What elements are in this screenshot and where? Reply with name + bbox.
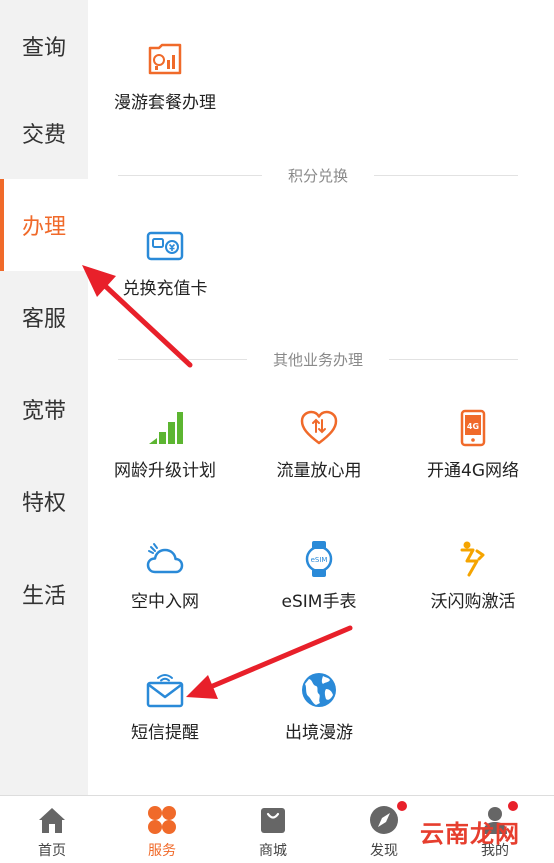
home-icon <box>39 808 65 833</box>
watch-icon: eSIM <box>305 541 333 577</box>
tab-label: 首页 <box>38 843 66 859</box>
tile-esim-watch[interactable]: eSIM eSIM手表 <box>244 539 394 612</box>
svg-text:eSIM: eSIM <box>311 556 328 564</box>
sidebar-item-label: 宽带 <box>21 399 66 424</box>
globe-icon <box>302 673 336 707</box>
grid-icon <box>148 806 176 834</box>
notification-dot <box>507 800 519 812</box>
recharge-card-icon <box>146 231 184 261</box>
sidebar-item-life[interactable]: 生活 <box>0 548 88 640</box>
divider <box>389 358 519 360</box>
tile-woshan-activation[interactable]: 沃闪购激活 <box>398 539 548 612</box>
service-panel: 漫游套餐办理 积分兑换 兑换充值卡 其他业务办理 网龄升级计划 流量放心用 4G… <box>88 0 554 795</box>
compass-icon <box>370 806 398 834</box>
tile-label: 沃闪购激活 <box>430 592 516 612</box>
signal-bars-icon <box>149 412 183 444</box>
tile-label: 短信提醒 <box>131 723 199 743</box>
section-points-exchange: 积分兑换 <box>118 165 519 185</box>
section-other-services: 其他业务办理 <box>118 349 519 369</box>
tile-roaming-package[interactable]: 漫游套餐办理 <box>90 40 240 113</box>
tile-label: 开通4G网络 <box>427 461 519 481</box>
tile-label: 空中入网 <box>131 592 199 612</box>
svg-text:4G: 4G <box>467 422 479 431</box>
heart-data-icon <box>300 410 338 445</box>
watermark-text: 云南龙网 <box>420 819 520 848</box>
tab-mall[interactable]: 商城 <box>218 796 328 863</box>
roaming-chart-icon <box>148 43 182 75</box>
tile-label: 网龄升级计划 <box>114 461 216 481</box>
tile-open-4g[interactable]: 4G 开通4G网络 <box>398 408 548 481</box>
sidebar-item-service[interactable]: 客服 <box>0 271 88 363</box>
sms-envelope-icon <box>146 674 184 708</box>
tile-label: 出境漫游 <box>285 723 353 743</box>
category-sidebar: 查询 交费 办理 客服 宽带 特权 生活 <box>0 0 88 795</box>
sidebar-item-label: 特权 <box>21 491 66 516</box>
tile-network-age-upgrade[interactable]: 网龄升级计划 <box>90 408 240 481</box>
tab-label: 服务 <box>148 843 176 859</box>
sidebar-item-label: 生活 <box>21 584 66 609</box>
sidebar-item-label: 交费 <box>21 123 66 148</box>
tab-label: 发现 <box>370 843 398 859</box>
lightning-person-icon <box>460 541 485 577</box>
tile-air-network[interactable]: 空中入网 <box>90 539 240 612</box>
sidebar-item-query[interactable]: 查询 <box>0 0 88 92</box>
sidebar-item-privilege[interactable]: 特权 <box>0 455 88 547</box>
sidebar-item-label: 办理 <box>21 215 66 240</box>
divider <box>118 358 247 360</box>
cloud-icon <box>146 543 184 574</box>
divider <box>118 174 262 176</box>
sidebar-item-broadband[interactable]: 宽带 <box>0 363 88 455</box>
tile-outbound-roaming[interactable]: 出境漫游 <box>244 670 394 743</box>
tab-service[interactable]: 服务 <box>107 796 217 863</box>
tile-label: 流量放心用 <box>276 461 362 481</box>
tab-home[interactable]: 首页 <box>0 796 107 863</box>
tile-label: eSIM手表 <box>281 592 357 612</box>
tile-label: 漫游套餐办理 <box>114 93 216 113</box>
section-title: 其他业务办理 <box>273 350 364 369</box>
tile-sms-reminder[interactable]: 短信提醒 <box>90 670 240 743</box>
tile-recharge-card[interactable]: 兑换充值卡 <box>90 226 240 299</box>
tile-label: 兑换充值卡 <box>122 279 208 299</box>
phone-4g-icon: 4G <box>460 409 486 447</box>
sidebar-item-label: 查询 <box>21 36 66 61</box>
divider <box>374 174 519 176</box>
notification-dot <box>396 800 408 812</box>
sidebar-item-payment[interactable]: 交费 <box>0 87 88 179</box>
section-title: 积分兑换 <box>288 166 349 185</box>
tab-label: 商城 <box>259 843 287 859</box>
shopping-bag-icon <box>261 808 285 833</box>
tile-data-worry-free[interactable]: 流量放心用 <box>244 408 394 481</box>
sidebar-item-handle[interactable]: 办理 <box>0 179 88 271</box>
sidebar-item-label: 客服 <box>21 307 66 332</box>
